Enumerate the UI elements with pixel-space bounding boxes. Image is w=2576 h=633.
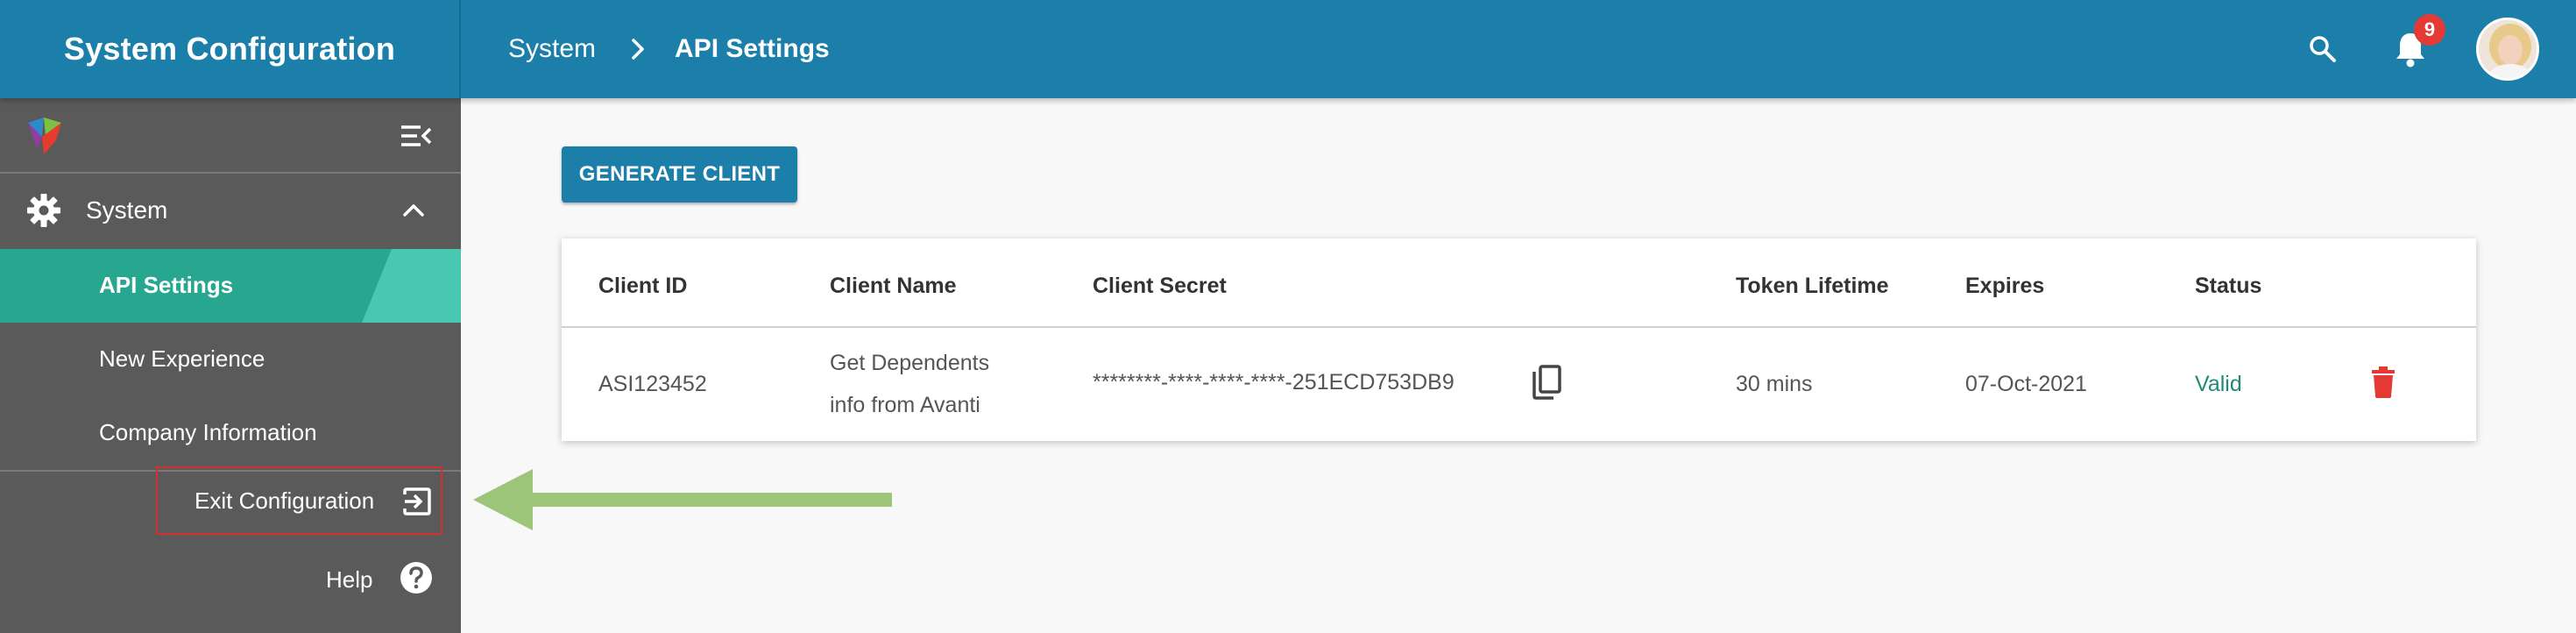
- notification-badge: 9: [2414, 14, 2445, 46]
- table-header: Client ID Client Name Client Secret Toke…: [562, 238, 2476, 328]
- sidebar-item-label: New Experience: [99, 345, 265, 372]
- exit-icon: [401, 486, 433, 522]
- gear-icon: [26, 193, 61, 234]
- sidebar-item-new-experience[interactable]: New Experience: [0, 323, 461, 396]
- cell-client-id: ASI123452: [598, 372, 707, 396]
- help-button[interactable]: Help: [315, 552, 447, 605]
- column-header-client-secret[interactable]: Client Secret: [1093, 274, 1227, 299]
- app-title: System Configuration: [63, 31, 396, 67]
- column-header-token-lifetime[interactable]: Token Lifetime: [1736, 274, 1889, 299]
- breadcrumb-current: API Settings: [675, 34, 830, 63]
- copy-icon[interactable]: [1531, 365, 1562, 406]
- cell-expires: 07-Oct-2021: [1965, 372, 2087, 396]
- top-header: System Configuration System API Settings…: [0, 0, 2576, 98]
- app-brand: System Configuration: [0, 0, 461, 98]
- cell-client-name-line2: info from Avanti: [830, 393, 980, 417]
- sidebar: System API Settings New Experience Compa…: [0, 98, 461, 633]
- sidebar-section-label: System: [86, 196, 168, 224]
- delete-icon[interactable]: [2370, 366, 2396, 404]
- column-header-status[interactable]: Status: [2195, 274, 2261, 299]
- cell-client-name-line1: Get Dependents: [830, 351, 990, 375]
- clients-table: Client ID Client Name Client Secret Toke…: [562, 238, 2476, 441]
- exit-configuration-label: Exit Configuration: [195, 487, 375, 514]
- annotation-arrow-icon: [473, 469, 894, 535]
- collapse-menu-icon[interactable]: [400, 123, 433, 153]
- exit-configuration-button[interactable]: Exit Configuration: [156, 466, 442, 535]
- sidebar-item-api-settings[interactable]: API Settings: [0, 249, 461, 323]
- sidebar-section-system[interactable]: System: [0, 174, 461, 249]
- status-badge: Valid: [2195, 372, 2242, 396]
- sidebar-item-company-information[interactable]: Company Information: [0, 396, 461, 470]
- column-header-client-id[interactable]: Client ID: [598, 274, 687, 299]
- column-header-client-name[interactable]: Client Name: [830, 274, 956, 299]
- sidebar-item-label: API Settings: [99, 272, 234, 298]
- active-accent: [362, 249, 461, 323]
- avatar[interactable]: [2476, 18, 2539, 81]
- breadcrumb: System API Settings: [508, 0, 830, 98]
- breadcrumb-system[interactable]: System: [508, 34, 596, 64]
- column-header-expires[interactable]: Expires: [1965, 274, 2044, 299]
- sidebar-top: [0, 98, 461, 174]
- chevron-up-icon[interactable]: [401, 198, 426, 229]
- help-label: Help: [326, 566, 373, 593]
- logo-icon: [25, 116, 65, 160]
- cell-token-lifetime: 30 mins: [1736, 372, 1813, 396]
- generate-client-button[interactable]: GENERATE CLIENT: [562, 146, 797, 203]
- cell-client-secret: ********-****-****-****-251ECD753DB9: [1093, 370, 1454, 395]
- search-icon[interactable]: [2298, 25, 2347, 74]
- sidebar-item-label: Company Information: [99, 419, 317, 445]
- chevron-right-icon: [631, 38, 645, 60]
- help-icon: [400, 561, 433, 599]
